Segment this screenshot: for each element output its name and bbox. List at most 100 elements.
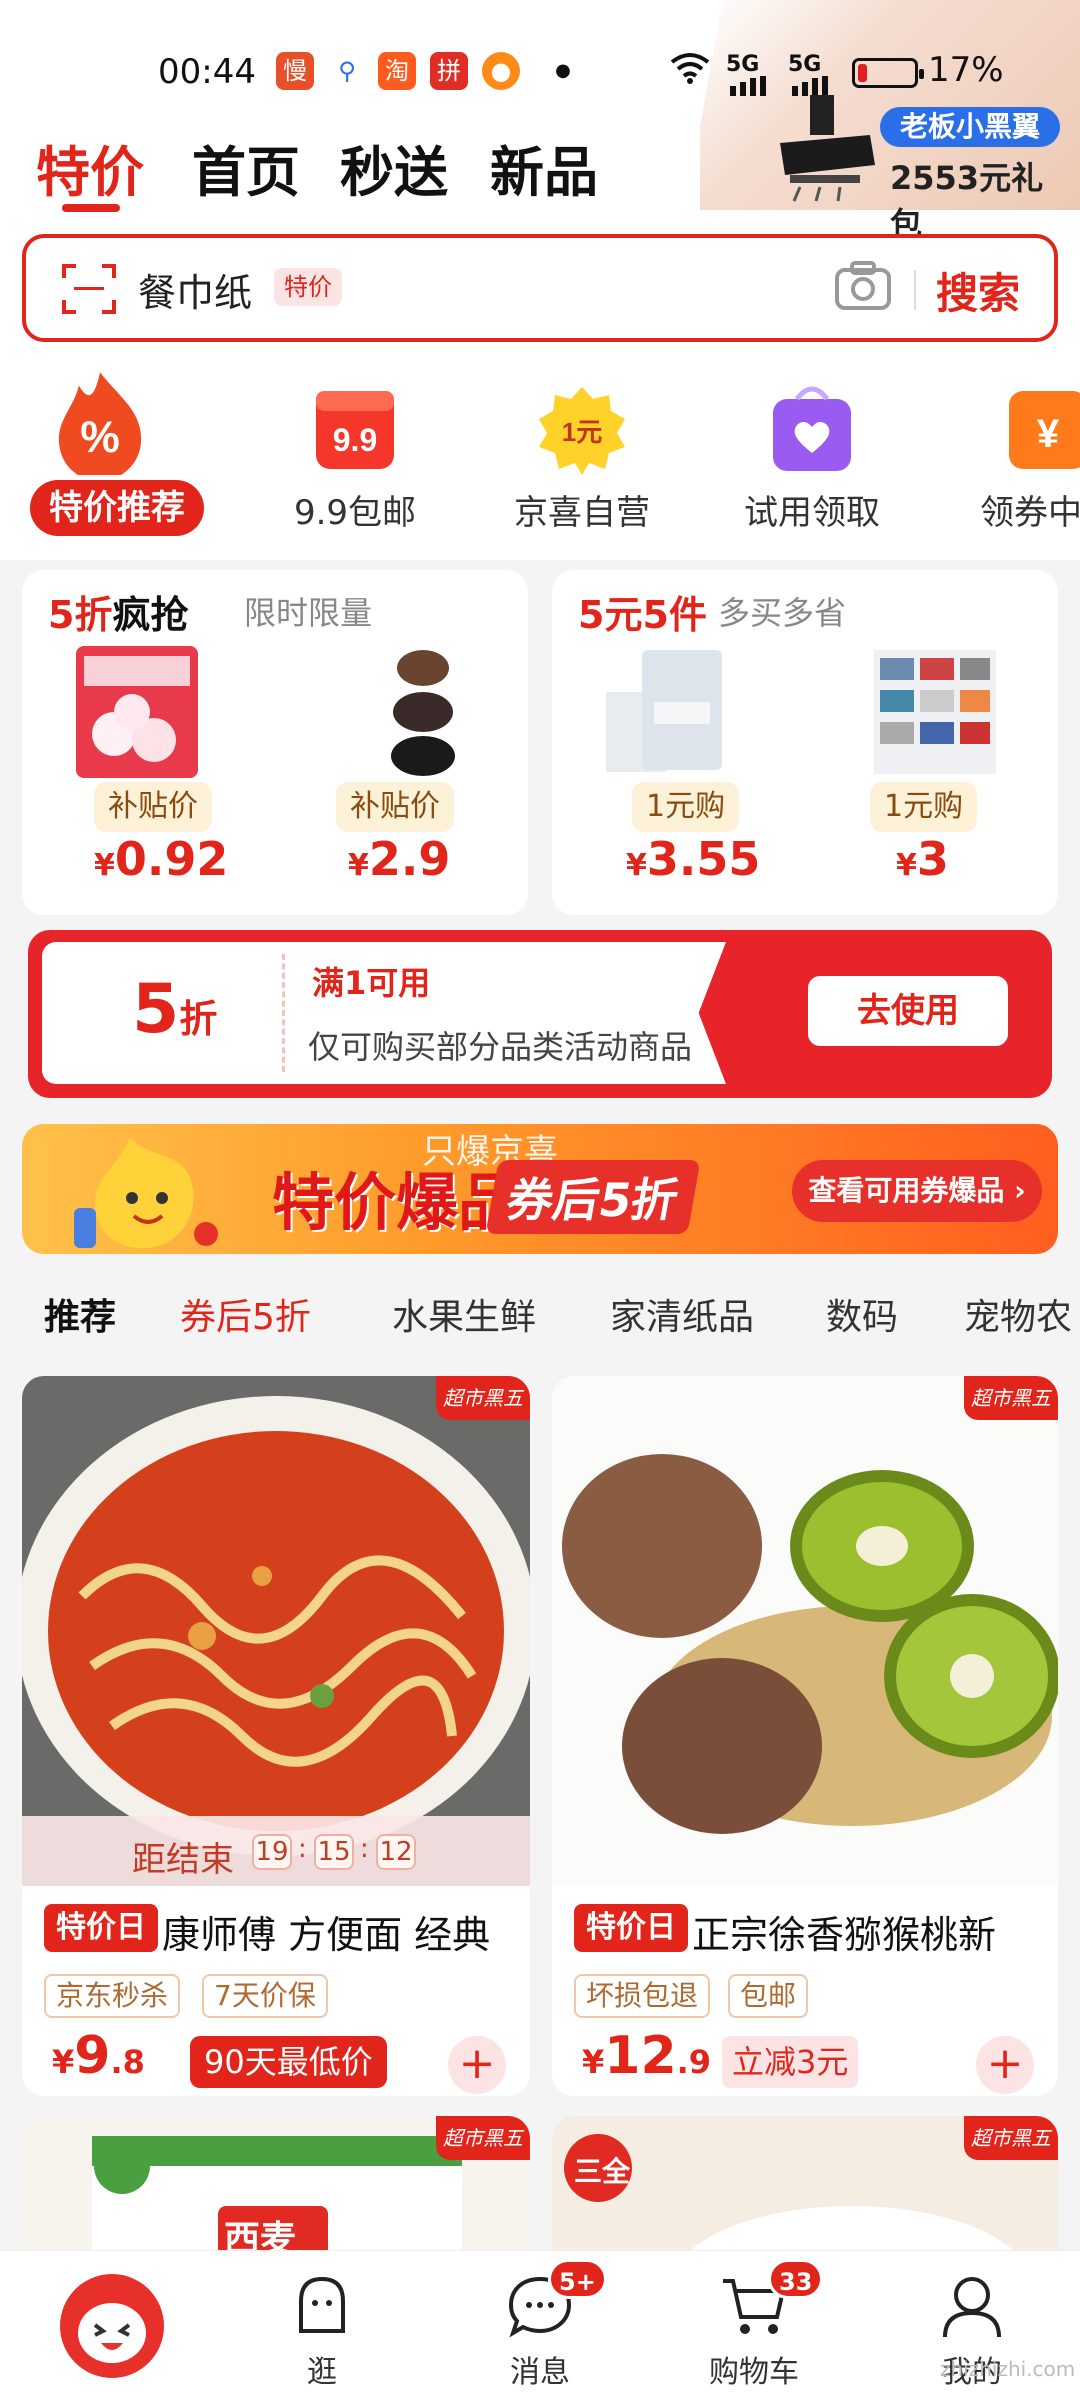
category-label: 特价推荐 [30,480,204,536]
add-to-cart-button[interactable]: + [976,2036,1034,2094]
battery-icon [852,58,924,88]
category-9-9-baoyou[interactable]: 9.9 9.9包邮 [255,355,455,550]
deal-title: 5元5件 [578,593,707,637]
filter-tab-cleaning[interactable]: 家清纸品 [610,1288,754,1340]
countdown-sep: : [298,1834,307,1864]
app-root: { "status_bar": { "time": "00:44", "batt… [0,0,1080,2400]
header-tabs: 特价 首页 秒送 新品 [0,128,760,212]
pinduoduo-app-icon: 拼 [430,52,468,90]
noodles-product-image [22,1376,530,1886]
use-coupon-button[interactable]: 去使用 [808,976,1008,1046]
slow-app-icon: 慢 [276,52,314,90]
nav-browse[interactable]: 逛 [222,2251,422,2400]
hair-tie-product-image [391,650,455,776]
category-lingquan[interactable]: ¥ 领券中心 [948,355,1080,550]
browse-icon [299,2276,345,2333]
jd-mascot-icon [60,2274,164,2378]
header-promo[interactable]: 老板小黑翼 2553元礼包 [780,95,1070,243]
filter-tab-fruit[interactable]: 水果生鲜 [392,1288,536,1340]
deal-price: ¥2.9 [348,832,451,886]
deal-tag: 1元购 [870,782,978,832]
product-tag: 特价日 [574,1904,688,1952]
promo-banner[interactable]: 只爆京喜 特价爆品 券后5折 查看可用券爆品 › [22,1124,1058,1254]
countdown-bar: 距结束 19 : 15 : 12 [22,1816,530,1886]
product-promo: 90天最低价 [190,2036,387,2088]
product-label: 包邮 [728,1974,809,2018]
svg-text:1元: 1元 [562,417,602,447]
camera-icon[interactable] [834,260,892,312]
coupon-discount: 5折 [132,970,218,1049]
cart-badge: 33 [768,2259,824,2299]
search-keyword-badge: 特价 [274,268,342,306]
product-label: 7天价保 [202,1974,328,2018]
nav-messages[interactable]: 5+ 消息 [440,2251,640,2400]
banner-view-button[interactable]: 查看可用券爆品 › [792,1160,1042,1222]
toy-cars-product-image [874,650,996,774]
search-divider [914,270,916,310]
strawberry-product-image [76,646,198,778]
deal-tag: 1元购 [632,782,740,832]
range-hood-image [780,95,875,202]
product-card-kiwi[interactable]: 超市黑五 特价日 正宗徐香猕猴桃新 坏损包退 包邮 ¥12.9 立减3元 + [552,1376,1058,2096]
banner-sub-text: 券后5折 [485,1160,701,1234]
tab-tejia[interactable]: 特价 [36,128,144,207]
countdown-sep: : [360,1834,369,1864]
countdown-seconds: 12 [376,1834,416,1870]
product-card-noodles[interactable]: 超市黑五 距结束 19 : 15 : 12 特价日 康师傅 方便面 经典 京东秒… [22,1376,530,2096]
corner-badge: 超市黑五 [436,1376,530,1420]
wifi-icon [670,53,710,84]
signal-2-icon [792,76,828,96]
nav-label: 逛 [307,2355,337,2390]
more-dot-icon: ● [555,60,571,81]
category-jingxi-ziying[interactable]: 1元 京喜自营 [482,355,682,550]
tab-home[interactable]: 首页 [192,128,300,207]
search-button[interactable]: 搜索 [936,260,1020,321]
filter-tab-pet[interactable]: 宠物农 [964,1288,1072,1340]
filter-tab-coupon[interactable]: 券后5折 [180,1288,311,1340]
deal-card-5-for-5[interactable]: 5元5件 多买多省 1元购 ¥3.55 1元购 ¥3 [552,570,1058,915]
deal-price: ¥3.55 [626,832,761,886]
svg-text:9.9: 9.9 [333,422,377,458]
category-label: 9.9包邮 [293,493,417,533]
coupon-condition: 满1可用 [312,964,431,1002]
nav-home-mascot[interactable] [12,2251,212,2400]
filter-tab-digital[interactable]: 数码 [826,1288,898,1340]
coupon-card[interactable]: 5折 满1可用 仅可购买部分品类活动商品 去使用 [28,930,1052,1098]
active-tab-underline [62,204,120,212]
corner-badge: 超市黑五 [436,2116,530,2160]
filter-tab-recommend[interactable]: 推荐 [44,1288,116,1340]
coupon-description: 仅可购买部分品类活动商品 [308,1028,693,1066]
price-tag-icon: 9.9 [316,391,394,469]
category-label: 京喜自营 [514,493,650,533]
product-tag: 特价日 [44,1904,158,1952]
countdown-hours: 19 [252,1834,292,1870]
search-keyword[interactable]: 餐巾纸 [138,262,252,317]
deal-subtitle: 多买多省 [718,594,847,632]
taobao-app-icon: 淘 [378,52,416,90]
nav-label: 购物车 [709,2355,799,2390]
banner-main-text: 特价爆品 [272,1166,521,1239]
scan-icon[interactable] [62,264,116,314]
countdown-label: 距结束 [132,1840,234,1880]
category-tejia-tuijian[interactable]: % 特价推荐 [0,355,204,550]
promo-title: 老板小黑翼 [880,107,1060,147]
tab-new[interactable]: 新品 [490,128,598,207]
status-time: 00:44 [158,52,256,92]
coupon-divider [282,954,285,1072]
product-label: 京东秒杀 [44,1974,181,2018]
category-shiyong-lingqu[interactable]: 试用领取 [712,355,912,550]
search-app-icon: ⚲ [328,52,366,90]
search-bar[interactable]: 餐巾纸 特价 搜索 [22,234,1058,342]
category-label: 试用领取 [744,493,880,533]
signal-1-label: 5G [726,52,760,77]
tab-miaosong[interactable]: 秒送 [340,128,448,207]
nav-label: 消息 [510,2355,570,2390]
deal-price: ¥3 [896,832,949,886]
nav-cart[interactable]: 33 购物车 [654,2251,854,2400]
corner-badge: 超市黑五 [964,2116,1058,2160]
product-price: ¥12.9 [582,2026,712,2086]
watermark: zhizhizhi.com [940,2357,1076,2381]
countdown-minutes: 15 [314,1834,354,1870]
deal-card-half-price[interactable]: 5折疯抢 限时限量 补贴价 ¥0.92 补贴价 ¥2.9 [22,570,528,915]
add-to-cart-button[interactable]: + [448,2036,506,2094]
